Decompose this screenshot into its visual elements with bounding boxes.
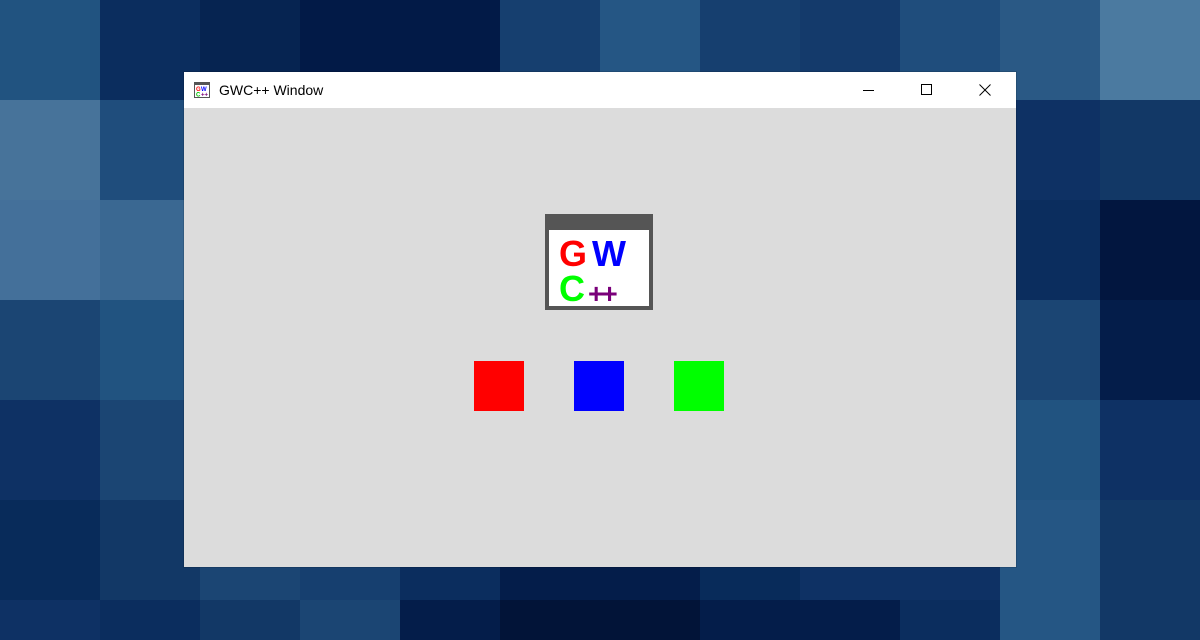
svg-text:++: ++ [201, 93, 209, 99]
desktop-tile [400, 600, 500, 640]
desktop-tile [1100, 0, 1200, 100]
desktop-tile [1100, 400, 1200, 500]
desktop-tile [700, 600, 800, 640]
desktop-tile [1100, 300, 1200, 400]
minimize-button[interactable] [840, 72, 898, 108]
blue-square [574, 361, 624, 411]
gwc-logo: G W C ++ [545, 214, 653, 310]
close-icon [979, 84, 991, 96]
desktop-tile [900, 600, 1000, 640]
desktop-tile [1100, 200, 1200, 300]
app-window: G W C ++ GWC++ Window G W C ++ [184, 72, 1016, 567]
title-bar[interactable]: G W C ++ GWC++ Window [184, 72, 1016, 108]
desktop-tile [0, 300, 100, 400]
desktop-tile [600, 600, 700, 640]
desktop-tile [500, 600, 600, 640]
maximize-button[interactable] [898, 72, 956, 108]
desktop-tile [800, 600, 900, 640]
minimize-icon [863, 90, 874, 91]
window-title: GWC++ Window [219, 82, 324, 98]
desktop-tile [0, 400, 100, 500]
logo-plus-plus: ++ [588, 278, 617, 309]
window-client-area: G W C ++ [184, 108, 1016, 567]
desktop-tile [300, 600, 400, 640]
red-square [474, 361, 524, 411]
desktop-tile [0, 500, 100, 600]
desktop-tile [1000, 600, 1100, 640]
desktop-tile [0, 600, 100, 640]
close-button[interactable] [956, 72, 1014, 108]
desktop-tile [1100, 100, 1200, 200]
desktop-tile [0, 100, 100, 200]
gwc-app-icon: G W C ++ [194, 82, 210, 98]
logo-letter-c: C [559, 268, 585, 309]
desktop-tile [1100, 500, 1200, 600]
green-square [674, 361, 724, 411]
logo-letter-w: W [592, 233, 626, 274]
desktop-tile [100, 600, 200, 640]
desktop-tile [0, 0, 100, 100]
desktop-tile [0, 200, 100, 300]
desktop-tile [200, 600, 300, 640]
desktop-tile [1100, 600, 1200, 640]
maximize-icon [921, 84, 932, 95]
